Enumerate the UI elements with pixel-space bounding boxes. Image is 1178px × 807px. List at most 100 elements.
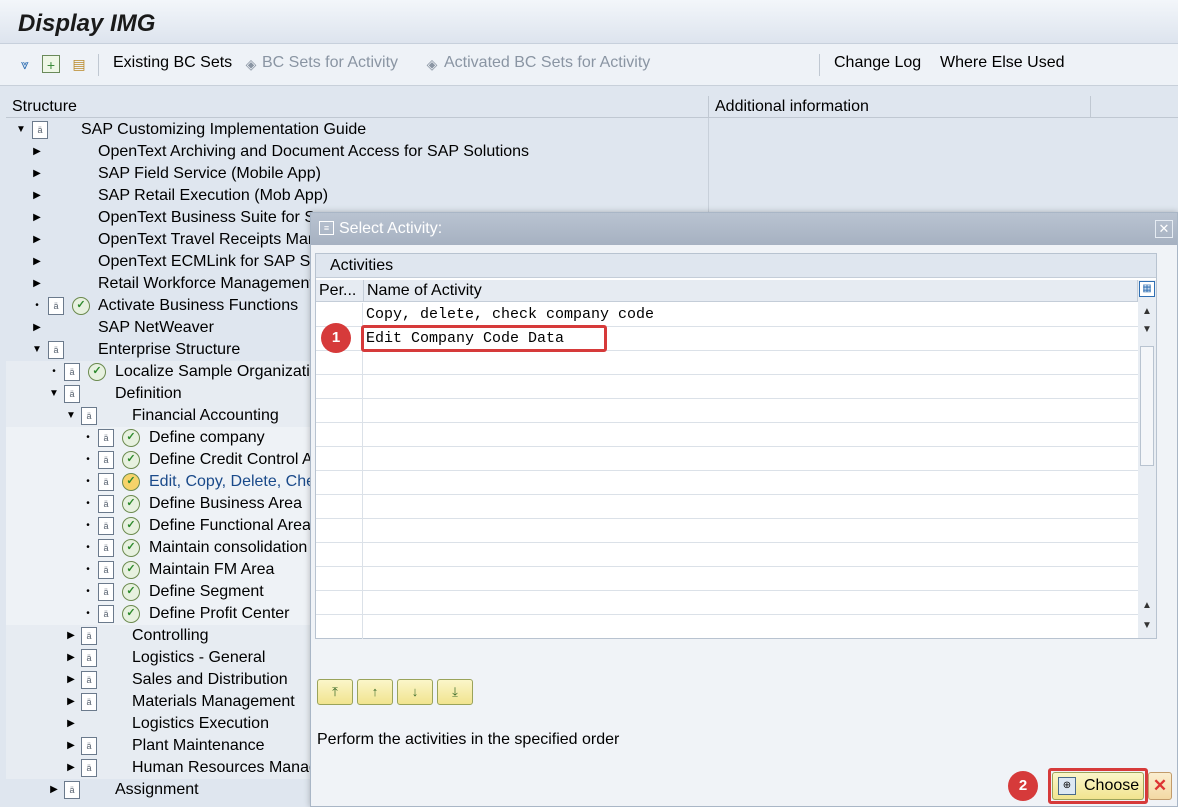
expand-icon[interactable]: ▶ bbox=[32, 251, 42, 273]
column-settings-icon[interactable]: ▦ bbox=[1139, 281, 1155, 297]
execute-activity-icon[interactable]: ✓ bbox=[122, 561, 140, 579]
clipboard-icon[interactable]: ▤ bbox=[70, 55, 88, 73]
expand-icon[interactable]: ▶ bbox=[32, 229, 42, 251]
execute-activity-icon[interactable]: ✓ bbox=[122, 473, 140, 491]
execute-activity-icon[interactable]: ✓ bbox=[122, 539, 140, 557]
tree-label: OpenText Business Suite for S bbox=[98, 209, 315, 226]
tree-label: Sales and Distribution bbox=[132, 671, 288, 688]
move-down-button[interactable]: ↓ bbox=[397, 679, 433, 705]
document-icon: ä bbox=[98, 605, 114, 623]
document-icon: ä bbox=[98, 429, 114, 447]
where-else-used-button[interactable]: Where Else Used bbox=[940, 54, 1065, 72]
column-header-name[interactable]: Name of Activity bbox=[364, 280, 1138, 302]
move-to-bottom-button[interactable]: ⤓ bbox=[437, 679, 473, 705]
tree-label: Definition bbox=[115, 385, 182, 402]
execute-activity-icon[interactable]: ✓ bbox=[122, 451, 140, 469]
insert-icon[interactable]: + bbox=[42, 55, 60, 73]
scroll-page-up-icon[interactable]: ▲ bbox=[1142, 600, 1152, 611]
execute-activity-icon[interactable]: ✓ bbox=[122, 495, 140, 513]
expand-icon[interactable]: ▶ bbox=[66, 691, 76, 713]
table-row-empty bbox=[316, 567, 1138, 591]
bullet-icon: • bbox=[86, 498, 90, 509]
tree-label: Assignment bbox=[115, 781, 199, 798]
collapse-icon[interactable]: ▼ bbox=[16, 119, 26, 141]
activities-table: Activities Per... Name of Activity Copy,… bbox=[315, 253, 1157, 639]
expand-icon[interactable]: ▶ bbox=[66, 735, 76, 757]
collapse-icon[interactable]: ▼ bbox=[32, 339, 42, 361]
expand-icon[interactable]: ▶ bbox=[32, 185, 42, 207]
table-scrollbar[interactable]: ▦ ▲ ▼ ▲ ▼ bbox=[1138, 280, 1156, 638]
activated-bc-sets-button[interactable]: Activated BC Sets for Activity bbox=[444, 54, 650, 72]
tree-row[interactable]: ▼ ä SAP Customizing Implementation Guide bbox=[6, 119, 706, 141]
close-icon[interactable]: ✕ bbox=[1155, 220, 1173, 238]
move-to-top-button[interactable]: ⤒ bbox=[317, 679, 353, 705]
collapse-icon[interactable]: ▼ bbox=[66, 405, 76, 427]
table-row-empty bbox=[316, 423, 1138, 447]
highlight-box bbox=[361, 325, 607, 352]
execute-activity-icon[interactable]: ✓ bbox=[122, 517, 140, 535]
scroll-down-icon[interactable]: ▼ bbox=[1142, 620, 1152, 631]
column-header-per[interactable]: Per... bbox=[316, 280, 364, 302]
table-row-empty bbox=[316, 447, 1138, 471]
table-row[interactable]: Copy, delete, check company code bbox=[316, 303, 1138, 327]
row-selector bbox=[316, 495, 363, 519]
expand-icon[interactable]: ▶ bbox=[32, 207, 42, 229]
tree-row[interactable]: ▶ SAP Retail Execution (Mob App) bbox=[6, 185, 706, 207]
execute-activity-icon[interactable]: ✓ bbox=[122, 605, 140, 623]
activated-bc-set-icon: ◈ bbox=[426, 56, 438, 72]
tree-label: Maintain FM Area bbox=[149, 561, 275, 578]
document-icon: ä bbox=[48, 341, 64, 359]
move-up-button[interactable]: ↑ bbox=[357, 679, 393, 705]
existing-bc-sets-button[interactable]: Existing BC Sets bbox=[113, 54, 232, 72]
expand-icon[interactable]: ▶ bbox=[49, 779, 59, 801]
document-icon: ä bbox=[98, 583, 114, 601]
document-icon: ä bbox=[98, 495, 114, 513]
table-caption: Activities bbox=[316, 254, 1156, 278]
collapse-icon[interactable]: ▼ bbox=[49, 383, 59, 405]
row-selector bbox=[316, 471, 363, 495]
expand-icon[interactable]: ▶ bbox=[66, 713, 76, 735]
expand-icon[interactable]: ▶ bbox=[66, 669, 76, 691]
expand-icon[interactable]: ▶ bbox=[32, 317, 42, 339]
expand-icon[interactable]: ▶ bbox=[66, 625, 76, 647]
dialog-title: Select Activity: bbox=[339, 220, 443, 237]
execute-activity-icon[interactable]: ✓ bbox=[88, 363, 106, 381]
activity-name: Copy, delete, check company code bbox=[366, 306, 655, 323]
tree-row[interactable]: ▶ OpenText Archiving and Document Access… bbox=[6, 141, 706, 163]
tree-label: Edit, Copy, Delete, Che bbox=[149, 473, 316, 490]
change-log-button[interactable]: Change Log bbox=[834, 54, 921, 72]
execute-activity-icon[interactable]: ✓ bbox=[72, 297, 90, 315]
cancel-button[interactable]: ✕ bbox=[1148, 772, 1172, 800]
tree-label: SAP Field Service (Mobile App) bbox=[98, 165, 321, 182]
expand-icon[interactable]: ▶ bbox=[66, 757, 76, 779]
dialog-title-bar: ≡ Select Activity: ✕ bbox=[311, 213, 1177, 245]
bc-sets-for-activity-button[interactable]: BC Sets for Activity bbox=[262, 54, 398, 72]
select-activity-dialog: ≡ Select Activity: ✕ Activities Per... N… bbox=[310, 212, 1178, 807]
document-icon: ä bbox=[98, 451, 114, 469]
scroll-thumb[interactable] bbox=[1140, 346, 1154, 466]
additional-info-header: Additional information bbox=[708, 96, 1090, 118]
document-icon: ä bbox=[64, 385, 80, 403]
document-icon: ä bbox=[81, 627, 97, 645]
expand-icon[interactable]: ▶ bbox=[32, 273, 42, 295]
document-icon: ä bbox=[81, 407, 97, 425]
document-icon: ä bbox=[64, 781, 80, 799]
structure-header: Structure bbox=[6, 96, 708, 118]
scroll-page-down-icon[interactable]: ▼ bbox=[1142, 324, 1152, 335]
expand-icon[interactable]: ▶ bbox=[32, 163, 42, 185]
document-icon: ä bbox=[98, 517, 114, 535]
tree-row[interactable]: ▶ SAP Field Service (Mobile App) bbox=[6, 163, 706, 185]
document-icon: ä bbox=[98, 473, 114, 491]
tree-label: Materials Management bbox=[132, 693, 295, 710]
expand-icon[interactable]: ▶ bbox=[66, 647, 76, 669]
expand-icon[interactable]: ▶ bbox=[32, 141, 42, 163]
toolbar-separator bbox=[819, 54, 820, 76]
table-row-empty bbox=[316, 591, 1138, 615]
bullet-icon: • bbox=[86, 454, 90, 465]
document-icon: ä bbox=[81, 649, 97, 667]
execute-activity-icon[interactable]: ✓ bbox=[122, 583, 140, 601]
expand-all-icon[interactable]: ⩔ bbox=[16, 55, 34, 73]
bullet-icon: • bbox=[86, 586, 90, 597]
execute-activity-icon[interactable]: ✓ bbox=[122, 429, 140, 447]
scroll-up-icon[interactable]: ▲ bbox=[1142, 306, 1152, 317]
